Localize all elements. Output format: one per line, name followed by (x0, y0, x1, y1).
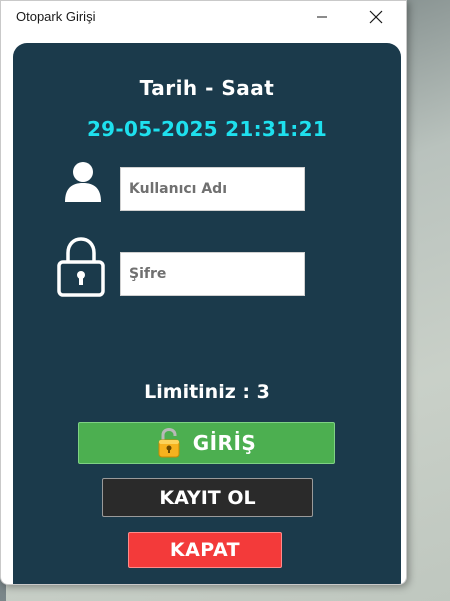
register-button-label: KAYIT OL (159, 486, 256, 509)
close-button-label: KAPAT (169, 539, 241, 561)
close-button[interactable]: KAPAT (128, 532, 282, 568)
close-icon (369, 10, 383, 23)
title-bar[interactable]: Otopark Girişi (1, 1, 406, 32)
register-button[interactable]: KAYIT OL (102, 478, 313, 517)
username-input[interactable] (120, 167, 305, 211)
minimize-icon (317, 16, 327, 17)
login-window: Otopark Girişi Tarih - Saat 29-05-2025 2… (0, 0, 407, 585)
login-limit-text: Limitiniz : 3 (144, 381, 270, 403)
login-button-label: GİRİŞ (192, 431, 257, 455)
user-icon (65, 162, 101, 202)
login-button[interactable]: GİRİŞ (78, 422, 335, 464)
password-input[interactable] (120, 252, 305, 296)
lock-icon (57, 237, 105, 297)
close-window-button[interactable] (353, 1, 399, 32)
login-panel: Tarih - Saat 29-05-2025 21:31:21 Limitin… (13, 43, 401, 584)
unlocked-padlock-icon (158, 428, 180, 458)
datetime-label: Tarih - Saat (139, 76, 275, 100)
minimize-button[interactable] (299, 1, 345, 32)
window-title: Otopark Girişi (16, 9, 96, 24)
datetime-value: 29-05-2025 21:31:21 (86, 117, 328, 141)
